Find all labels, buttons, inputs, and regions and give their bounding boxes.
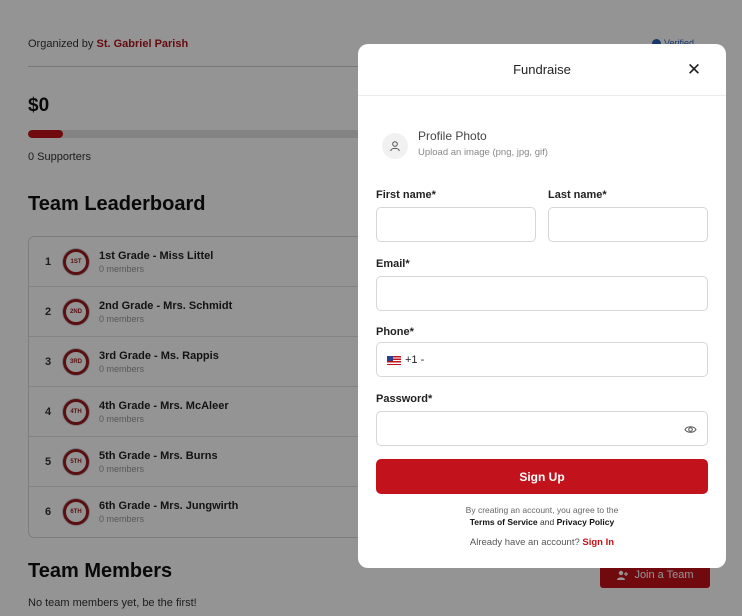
phone-field: +1 -: [376, 342, 708, 377]
last-name-field: [548, 207, 708, 242]
phone-input[interactable]: [377, 343, 707, 376]
close-icon: ✕: [686, 60, 702, 79]
terms-and: and: [540, 517, 555, 527]
first-name-label: First name*: [376, 189, 436, 201]
profile-photo-upload[interactable]: Profile Photo Upload an image (png, jpg,…: [382, 129, 548, 159]
sign-in-prompt: Already have an account? Sign In: [376, 537, 708, 548]
us-flag-icon: [387, 355, 401, 365]
password-label: Password*: [376, 393, 433, 405]
email-field: [376, 276, 708, 311]
terms-line: By creating an account, you agree to the: [465, 505, 619, 515]
country-code: +1 -: [405, 354, 425, 366]
email-label: Email*: [376, 258, 410, 270]
password-field: [376, 411, 708, 446]
password-input[interactable]: [377, 412, 707, 445]
last-name-label: Last name*: [548, 189, 607, 201]
first-name-input[interactable]: [377, 208, 535, 241]
terms-of-service-link[interactable]: Terms of Service: [470, 517, 538, 527]
person-icon: [382, 133, 408, 159]
email-input[interactable]: [377, 277, 707, 310]
first-name-field: [376, 207, 536, 242]
modal-title: Fundraise: [513, 62, 571, 77]
profile-photo-hint: Upload an image (png, jpg, gif): [418, 147, 548, 158]
profile-photo-title: Profile Photo: [418, 129, 487, 143]
sign-up-button[interactable]: Sign Up: [376, 459, 708, 494]
show-password-eye-icon[interactable]: [684, 423, 697, 436]
country-code-selector[interactable]: +1 -: [387, 354, 424, 366]
have-account-text: Already have an account?: [469, 537, 580, 548]
modal-header: Fundraise ✕: [358, 44, 726, 96]
terms-notice: By creating an account, you agree to the…: [376, 504, 708, 528]
privacy-policy-link[interactable]: Privacy Policy: [557, 517, 615, 527]
sign-in-link[interactable]: Sign In: [582, 537, 614, 548]
close-button[interactable]: ✕: [686, 60, 702, 79]
last-name-input[interactable]: [549, 208, 707, 241]
phone-label: Phone*: [376, 326, 414, 338]
fundraise-modal: Fundraise ✕ Profile Photo Upload an imag…: [358, 44, 726, 568]
